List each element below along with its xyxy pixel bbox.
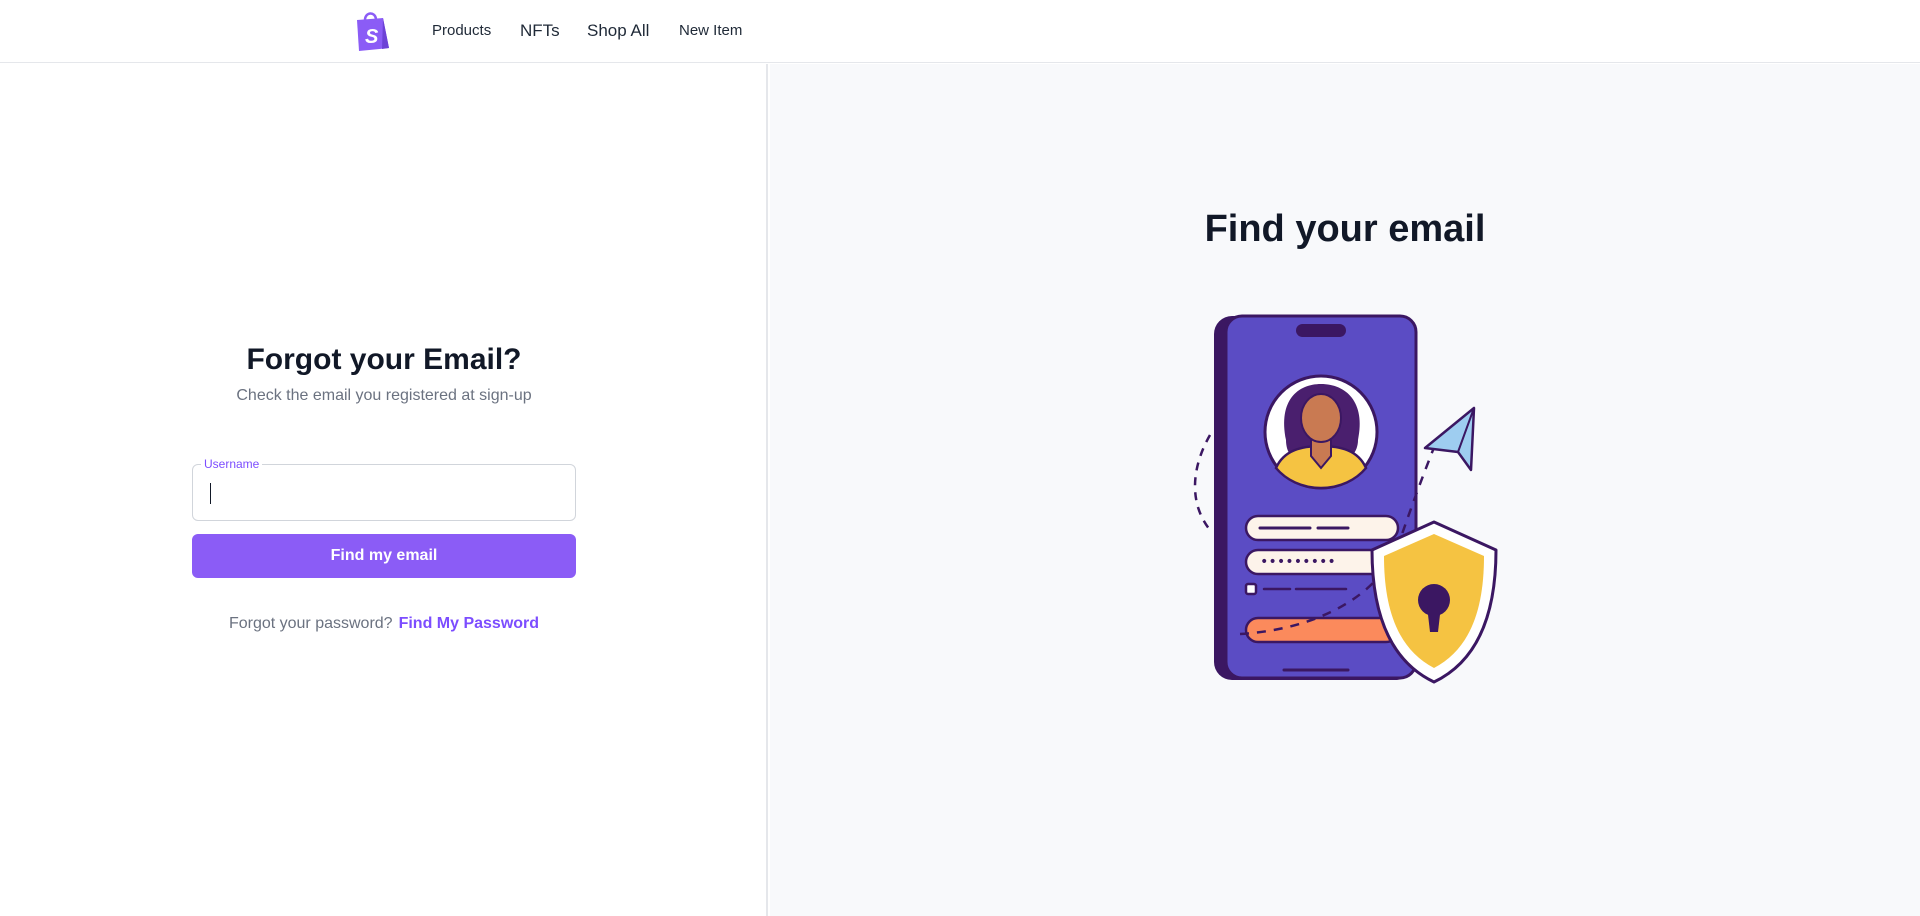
shopping-bag-icon[interactable]: S — [353, 10, 391, 52]
find-my-password-link[interactable]: Find My Password — [399, 615, 539, 632]
page-subtitle: Check the email you registered at sign-u… — [236, 387, 532, 404]
nav-nfts-link[interactable]: NFTs — [520, 21, 560, 41]
paper-plane-icon — [1423, 406, 1476, 472]
dashed-path-left — [1193, 434, 1212, 531]
username-input[interactable] — [193, 465, 575, 520]
svg-text:•••••••••: ••••••••• — [1260, 554, 1336, 570]
illus-checkbox — [1244, 582, 1258, 596]
nav-new-item-link[interactable]: New Item — [679, 22, 742, 39]
forgot-email-form-panel: Forgot your Email? Check the email you r… — [0, 64, 768, 916]
find-my-email-button[interactable]: Find my email — [192, 534, 576, 578]
page-title: Forgot your Email? — [246, 343, 522, 376]
svg-text:S: S — [365, 26, 379, 48]
avatar-face — [1300, 393, 1342, 443]
illustration-title: Find your email — [1204, 208, 1486, 250]
username-field[interactable]: Username — [192, 457, 576, 521]
text-caret — [210, 483, 211, 504]
illus-button — [1244, 616, 1400, 644]
forgot-password-row: Forgot your password? Find My Password — [0, 615, 768, 633]
nav-shop-all-link[interactable]: Shop All — [587, 21, 649, 41]
nav-products-link[interactable]: Products — [432, 22, 491, 39]
top-navbar: S Products NFTs Shop All New Item — [0, 0, 1920, 63]
phone-notch — [1296, 324, 1346, 337]
forgot-password-text: Forgot your password? — [228, 615, 393, 632]
phone-login-security-illustration: ••••••••• — [1193, 314, 1498, 684]
